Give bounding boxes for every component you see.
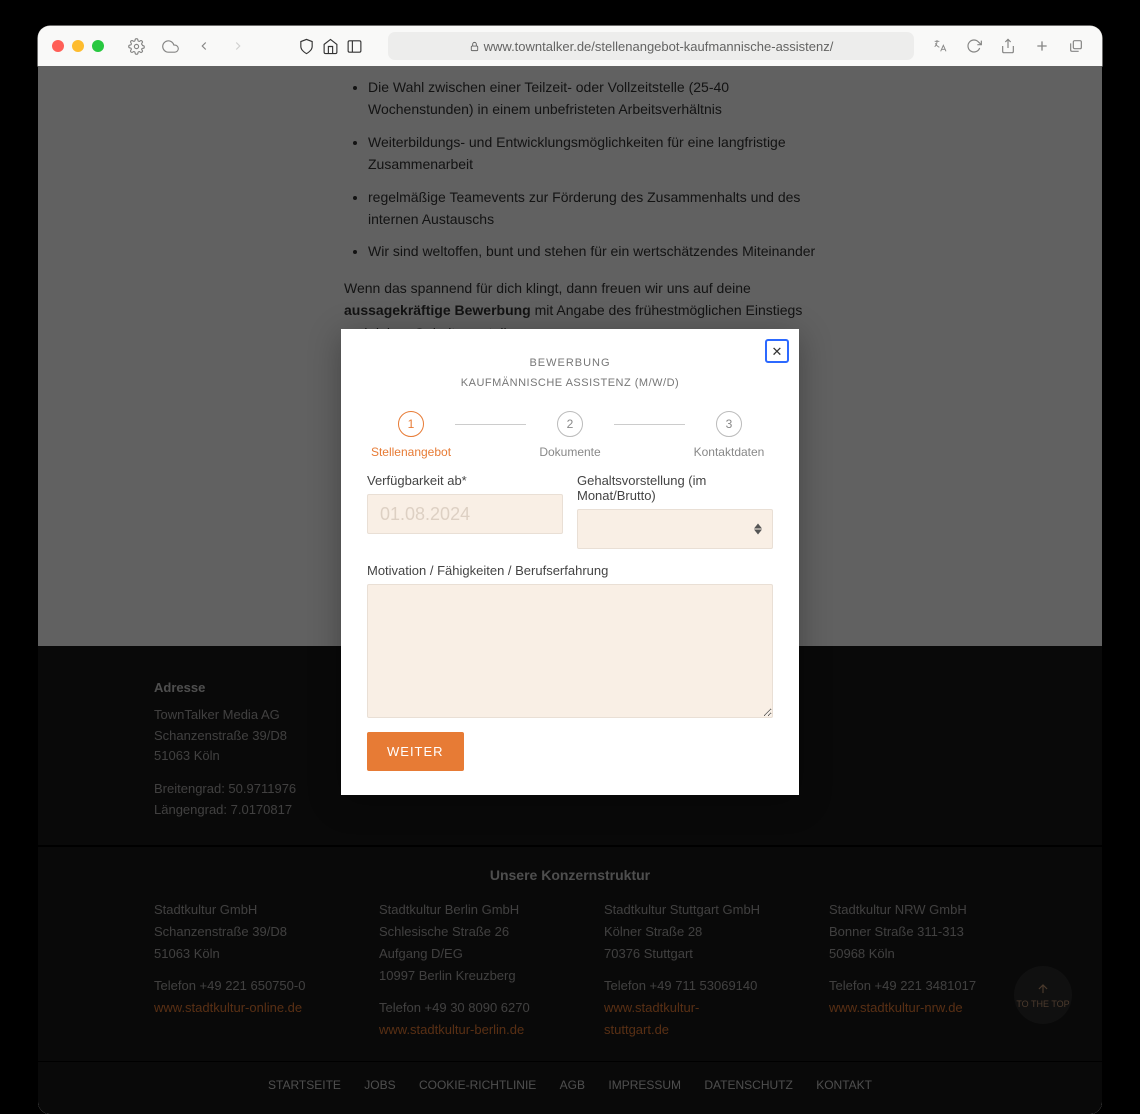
browser-chrome: www.towntalker.de/stellenangebot-kaufman…	[38, 26, 1102, 66]
privacy-report-icon[interactable]	[294, 34, 318, 58]
salary-label: Gehaltsvorstellung (im Monat/Brutto)	[577, 473, 773, 503]
home-icon[interactable]	[318, 34, 342, 58]
stepper: 1 Stellenangebot 2 Dokumente 3 Kontaktda…	[367, 411, 773, 459]
step-label: Kontaktdaten	[694, 445, 765, 459]
step-3[interactable]: 3 Kontaktdaten	[685, 411, 773, 459]
step-label: Stellenangebot	[371, 445, 451, 459]
modal-title: BEWERBUNG	[341, 357, 799, 369]
step-label: Dokumente	[539, 445, 600, 459]
forward-icon[interactable]	[226, 34, 250, 58]
minimize-window-icon[interactable]	[72, 40, 84, 52]
back-icon[interactable]	[192, 34, 216, 58]
step-1[interactable]: 1 Stellenangebot	[367, 411, 455, 459]
motivation-label: Motivation / Fähigkeiten / Berufserfahru…	[367, 563, 773, 578]
translate-icon[interactable]	[928, 34, 952, 58]
step-connector	[614, 424, 685, 425]
salary-select[interactable]	[577, 509, 773, 549]
reload-icon[interactable]	[962, 34, 986, 58]
stepper-arrows-icon	[754, 524, 762, 535]
zoom-window-icon[interactable]	[92, 40, 104, 52]
tab-overview-icon[interactable]	[1064, 34, 1088, 58]
gear-icon[interactable]	[124, 34, 148, 58]
motivation-textarea[interactable]	[367, 584, 773, 718]
share-icon[interactable]	[996, 34, 1020, 58]
window-controls	[52, 40, 104, 52]
step-2[interactable]: 2 Dokumente	[526, 411, 614, 459]
next-button[interactable]: WEITER	[367, 732, 464, 771]
availability-input[interactable]: 01.08.2024	[367, 494, 563, 534]
address-bar[interactable]: www.towntalker.de/stellenangebot-kaufman…	[388, 32, 914, 60]
step-connector	[455, 424, 526, 425]
application-modal: ✕ BEWERBUNG KAUFMÄNNISCHE ASSISTENZ (M/W…	[341, 329, 799, 795]
new-tab-icon[interactable]	[1030, 34, 1054, 58]
availability-label: Verfügbarkeit ab*	[367, 473, 563, 488]
sidebar-icon[interactable]	[342, 34, 366, 58]
cloud-icon[interactable]	[158, 34, 182, 58]
close-icon[interactable]: ✕	[765, 339, 789, 363]
close-window-icon[interactable]	[52, 40, 64, 52]
url-text: www.towntalker.de/stellenangebot-kaufman…	[484, 39, 834, 54]
modal-subtitle: KAUFMÄNNISCHE ASSISTENZ (M/W/D)	[341, 377, 799, 389]
